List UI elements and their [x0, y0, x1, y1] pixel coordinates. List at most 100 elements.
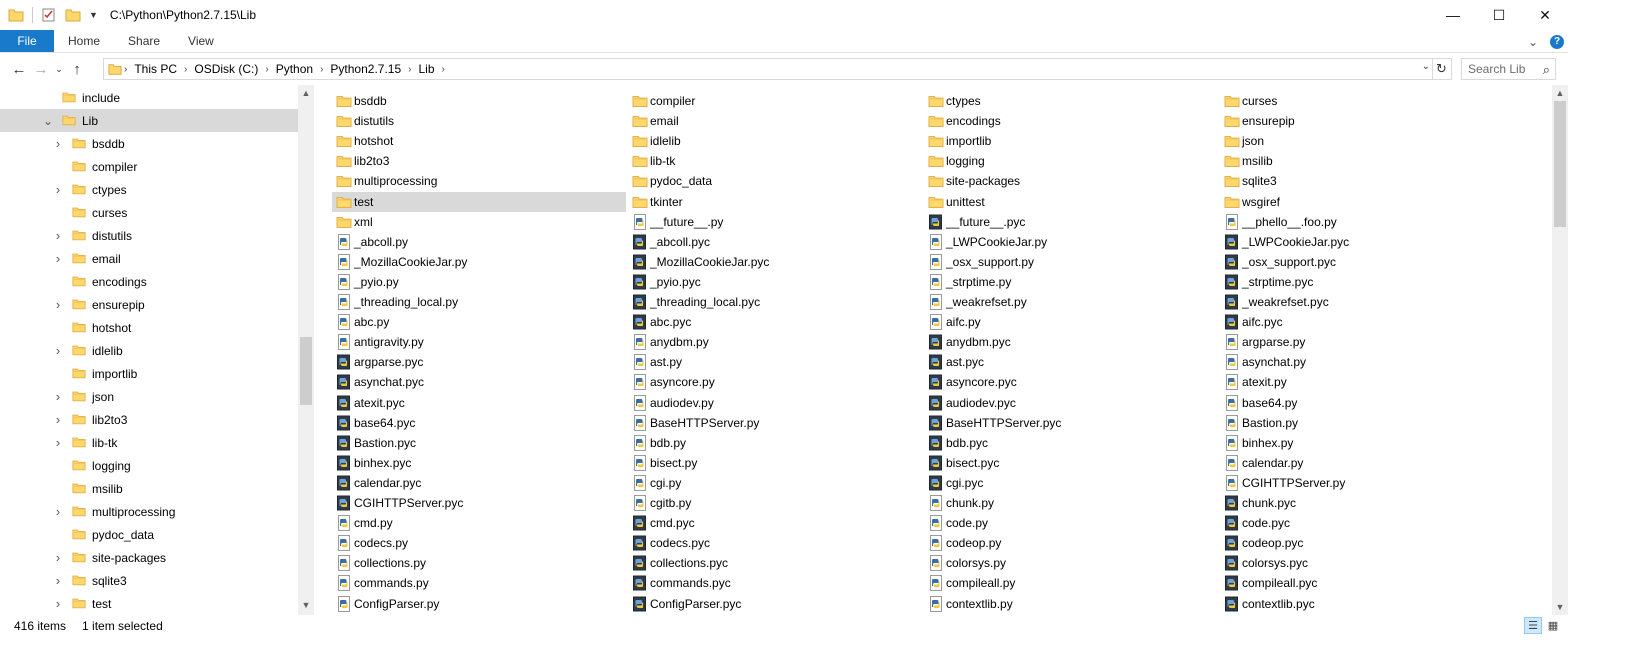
file-item[interactable]: bdb.py — [628, 433, 922, 453]
file-item[interactable]: antigravity.py — [332, 332, 626, 352]
file-item[interactable]: hotshot — [332, 131, 626, 151]
tree-item-distutils[interactable]: › distutils — [0, 224, 298, 247]
file-item[interactable]: colorsys.pyc — [1220, 553, 1514, 573]
file-item[interactable]: audiodev.pyc — [924, 393, 1218, 413]
file-item[interactable]: site-packages — [924, 171, 1218, 191]
refresh-icon[interactable]: ↻ — [1432, 58, 1452, 80]
tree-item-ensurepip[interactable]: › ensurepip — [0, 293, 298, 316]
tree-item-lib2to3[interactable]: › lib2to3 — [0, 408, 298, 431]
file-item[interactable]: contextlib.pyc — [1220, 594, 1514, 614]
chevron-right-icon[interactable]: › — [52, 504, 64, 519]
tree-item-lib[interactable]: ⌄ Lib — [0, 109, 298, 132]
file-item[interactable]: bdb.pyc — [924, 433, 1218, 453]
file-item[interactable]: asyncore.pyc — [924, 372, 1218, 392]
file-item[interactable]: bsddb — [332, 91, 626, 111]
chevron-right-icon[interactable]: › — [52, 596, 64, 611]
file-item[interactable]: compiler — [628, 91, 922, 111]
file-item[interactable]: lib2to3 — [332, 151, 626, 171]
search-icon[interactable]: ⌕ — [1543, 62, 1550, 78]
file-item[interactable]: json — [1220, 131, 1514, 151]
scroll-up-icon[interactable]: ▲ — [298, 85, 314, 101]
chevron-right-icon[interactable]: › — [440, 64, 447, 75]
file-item[interactable]: ast.py — [628, 352, 922, 372]
file-item[interactable]: codecs.pyc — [628, 533, 922, 553]
file-item[interactable]: asyncore.py — [628, 372, 922, 392]
file-item[interactable]: _threading_local.pyc — [628, 292, 922, 312]
file-item[interactable]: _MozillaCookieJar.pyc — [628, 252, 922, 272]
file-item[interactable]: email — [628, 111, 922, 131]
file-item[interactable]: _abcoll.pyc — [628, 232, 922, 252]
chevron-right-icon[interactable]: › — [182, 64, 189, 75]
scroll-down-icon[interactable]: ▼ — [1552, 599, 1568, 615]
file-item[interactable]: multiprocessing — [332, 171, 626, 191]
file-item[interactable]: _pyio.pyc — [628, 272, 922, 292]
file-item[interactable]: ensurepip — [1220, 111, 1514, 131]
file-item[interactable]: audiodev.py — [628, 393, 922, 413]
file-item[interactable]: lib-tk — [628, 151, 922, 171]
address-history-chevron-down-icon[interactable]: ⌄ — [1422, 61, 1430, 72]
file-item[interactable]: commands.py — [332, 573, 626, 593]
file-item[interactable]: _pyio.py — [332, 272, 626, 292]
file-item[interactable]: _LWPCookieJar.py — [924, 232, 1218, 252]
tree-item-multiprocessing[interactable]: › multiprocessing — [0, 500, 298, 523]
search-input[interactable]: Search Lib ⌕ — [1461, 58, 1556, 80]
chevron-right-icon[interactable]: › — [52, 573, 64, 588]
file-item[interactable]: atexit.pyc — [332, 393, 626, 413]
tab-home[interactable]: Home — [54, 30, 114, 52]
file-item[interactable]: Bastion.pyc — [332, 433, 626, 453]
file-item[interactable]: _abcoll.py — [332, 232, 626, 252]
file-item[interactable]: contextlib.py — [924, 594, 1218, 614]
file-item[interactable]: calendar.pyc — [332, 473, 626, 493]
tree-item-pydoc-data[interactable]: pydoc_data — [0, 523, 298, 546]
file-item[interactable]: _weakrefset.pyc — [1220, 292, 1514, 312]
minimize-button[interactable]: — — [1430, 0, 1476, 30]
file-item[interactable]: sqlite3 — [1220, 171, 1514, 191]
file-item[interactable]: codeop.py — [924, 533, 1218, 553]
file-item[interactable]: __future__.py — [628, 212, 922, 232]
file-item[interactable]: cgi.py — [628, 473, 922, 493]
tree-item-curses[interactable]: curses — [0, 201, 298, 224]
properties-icon[interactable] — [41, 7, 57, 23]
file-item[interactable]: idlelib — [628, 131, 922, 151]
file-item[interactable]: msilib — [1220, 151, 1514, 171]
forward-arrow-icon[interactable]: → — [30, 58, 52, 80]
file-item[interactable]: codeop.pyc — [1220, 533, 1514, 553]
file-item[interactable]: code.py — [924, 513, 1218, 533]
chevron-right-icon[interactable]: › — [52, 136, 64, 151]
breadcrumb-osdisk[interactable]: OSDisk (C:) — [189, 62, 263, 76]
breadcrumb-python2715[interactable]: Python2.7.15 — [325, 62, 406, 76]
details-view-icon[interactable]: ☰ — [1524, 617, 1542, 634]
file-item[interactable]: _threading_local.py — [332, 292, 626, 312]
chevron-right-icon[interactable]: › — [52, 251, 64, 266]
file-item[interactable]: logging — [924, 151, 1218, 171]
back-arrow-icon[interactable]: ← — [8, 58, 30, 80]
tab-share[interactable]: Share — [114, 30, 174, 52]
navigation-pane-scrollbar[interactable]: ▲ ▼ — [298, 85, 314, 615]
scroll-up-icon[interactable]: ▲ — [1552, 85, 1568, 101]
scrollbar-thumb[interactable] — [1554, 101, 1566, 227]
file-item[interactable]: base64.pyc — [332, 413, 626, 433]
file-item[interactable]: tkinter — [628, 192, 922, 212]
tab-view[interactable]: View — [174, 30, 228, 52]
file-item[interactable]: _weakrefset.py — [924, 292, 1218, 312]
chevron-right-icon[interactable]: › — [52, 412, 64, 427]
file-item[interactable]: _MozillaCookieJar.py — [332, 252, 626, 272]
file-item[interactable]: colorsys.py — [924, 553, 1218, 573]
file-item[interactable]: ast.pyc — [924, 352, 1218, 372]
tab-file[interactable]: File — [0, 30, 54, 52]
file-item[interactable]: argparse.pyc — [332, 352, 626, 372]
folder-icon[interactable] — [8, 7, 24, 23]
scrollbar-thumb[interactable] — [300, 337, 312, 405]
file-item[interactable]: encodings — [924, 111, 1218, 131]
tree-item-bsddb[interactable]: › bsddb — [0, 132, 298, 155]
file-item[interactable]: asynchat.py — [1220, 352, 1514, 372]
breadcrumb-lib[interactable]: Lib — [414, 62, 440, 76]
chevron-right-icon[interactable]: › — [52, 550, 64, 565]
file-item[interactable]: aifc.pyc — [1220, 312, 1514, 332]
file-item[interactable]: CGIHTTPServer.py — [1220, 473, 1514, 493]
file-item[interactable]: cmd.py — [332, 513, 626, 533]
file-item[interactable]: _strptime.pyc — [1220, 272, 1514, 292]
file-item[interactable]: abc.pyc — [628, 312, 922, 332]
breadcrumb-python[interactable]: Python — [271, 62, 318, 76]
tree-item-idlelib[interactable]: › idlelib — [0, 339, 298, 362]
